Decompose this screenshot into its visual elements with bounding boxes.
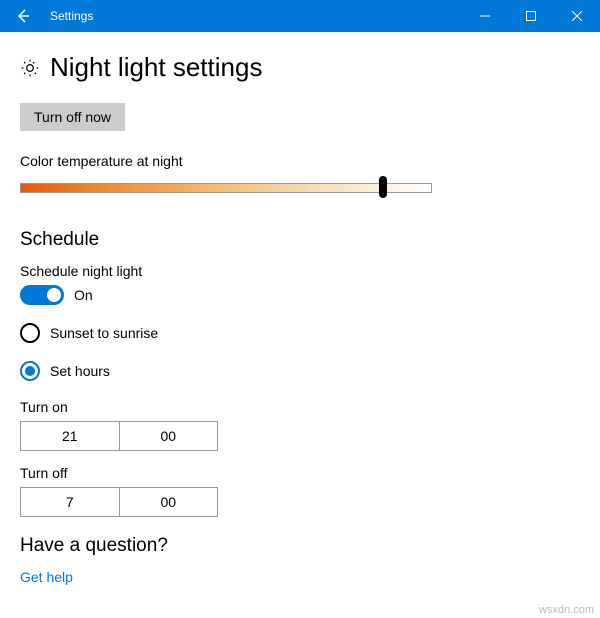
turn-on-minute[interactable]: 00: [120, 422, 218, 450]
turn-off-time-picker[interactable]: 7 00: [20, 487, 218, 517]
turn-off-hour[interactable]: 7: [21, 488, 120, 516]
titlebar: Settings: [0, 0, 600, 32]
radio-sunset-label: Sunset to sunrise: [50, 325, 158, 341]
slider-thumb[interactable]: [379, 176, 387, 198]
radio-sethours-label: Set hours: [50, 363, 110, 379]
maximize-button[interactable]: [508, 0, 554, 32]
slider-track: [20, 183, 432, 193]
turn-on-label: Turn on: [20, 399, 580, 415]
color-temperature-label: Color temperature at night: [20, 153, 580, 169]
schedule-toggle-label: Schedule night light: [20, 263, 580, 279]
schedule-heading: Schedule: [20, 229, 580, 251]
gear-icon: [20, 58, 40, 78]
radio-sunset-row[interactable]: Sunset to sunrise: [20, 323, 580, 343]
schedule-toggle-row: On: [20, 285, 580, 305]
get-help-link[interactable]: Get help: [20, 569, 73, 585]
back-button[interactable]: [0, 0, 46, 32]
window-title: Settings: [46, 9, 462, 23]
close-button[interactable]: [554, 0, 600, 32]
radio-sunset[interactable]: [20, 323, 40, 343]
page-title: Night light settings: [50, 52, 262, 83]
schedule-toggle[interactable]: [20, 285, 64, 305]
minimize-button[interactable]: [462, 0, 508, 32]
minimize-icon: [480, 11, 490, 21]
close-icon: [572, 11, 582, 21]
maximize-icon: [526, 11, 536, 21]
turn-off-now-button[interactable]: Turn off now: [20, 103, 125, 131]
toggle-knob: [47, 288, 61, 302]
turn-on-hour[interactable]: 21: [21, 422, 120, 450]
arrow-left-icon: [15, 8, 31, 24]
watermark: wsxdn.com: [539, 604, 594, 616]
radio-sethours-row[interactable]: Set hours: [20, 361, 580, 381]
radio-sethours[interactable]: [20, 361, 40, 381]
help-heading: Have a question?: [20, 535, 580, 557]
color-temperature-slider[interactable]: [20, 177, 432, 199]
content-area: Night light settings Turn off now Color …: [0, 32, 600, 585]
schedule-toggle-state: On: [74, 287, 93, 303]
window-controls: [462, 0, 600, 32]
turn-on-time-picker[interactable]: 21 00: [20, 421, 218, 451]
turn-off-label: Turn off: [20, 465, 580, 481]
turn-off-minute[interactable]: 00: [120, 488, 218, 516]
page-header: Night light settings: [20, 52, 580, 83]
